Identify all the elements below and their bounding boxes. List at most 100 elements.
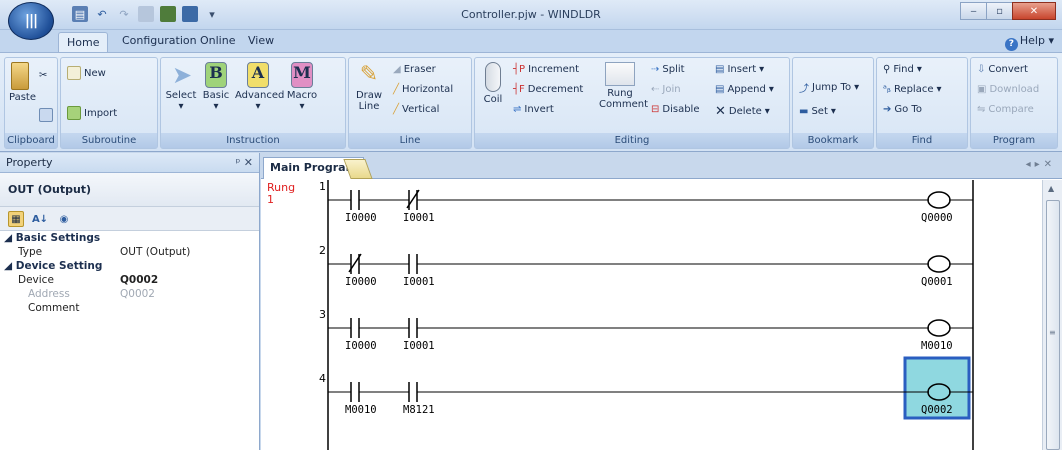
property-row-type[interactable]: Type OUT (Output) bbox=[0, 245, 259, 259]
invert-button[interactable]: ⇌ Invert bbox=[513, 104, 554, 115]
coil-label: Coil bbox=[483, 94, 503, 105]
append-label: Append bbox=[727, 84, 766, 95]
coil-button[interactable]: Coil bbox=[479, 62, 507, 105]
coil-operand-label: Q0002 bbox=[921, 404, 953, 416]
vertical-scrollbar[interactable]: ▲ ≡ bbox=[1042, 180, 1062, 450]
category-basic-settings[interactable]: ◢ Basic Settings bbox=[0, 231, 259, 245]
tab-online[interactable]: Online bbox=[200, 34, 235, 47]
paste-button[interactable]: Paste bbox=[9, 62, 36, 103]
convert-label: Convert bbox=[988, 64, 1028, 75]
category-label: Device Setting bbox=[15, 260, 103, 272]
new-subroutine-button[interactable]: New bbox=[67, 66, 106, 80]
new-icon bbox=[67, 66, 81, 80]
find-button[interactable]: ⚲ Find ▾ bbox=[883, 64, 922, 75]
convert-button[interactable]: ⇩ Convert bbox=[977, 64, 1028, 75]
macro-m-icon: M bbox=[291, 62, 313, 88]
copy-icon[interactable] bbox=[39, 108, 53, 122]
set-bookmark-icon: ▬ bbox=[799, 106, 809, 117]
alphabetical-icon[interactable]: A↓ bbox=[32, 211, 48, 227]
output-coil bbox=[927, 191, 951, 209]
download-button[interactable]: ▣ Download bbox=[977, 84, 1039, 95]
window-title: Controller.pjw - WINDLDR bbox=[461, 8, 601, 21]
clipboard-group-label: Clipboard bbox=[5, 133, 57, 148]
rung-number: 3 bbox=[319, 308, 326, 321]
horizontal-line-button[interactable]: ╱ Horizontal bbox=[393, 84, 453, 95]
increment-icon: ┤P bbox=[513, 64, 526, 75]
vertical-line-icon: ╱ bbox=[393, 104, 400, 115]
insert-button[interactable]: ▤ Insert ▾ bbox=[715, 64, 764, 75]
find-icon: ⚲ bbox=[883, 64, 891, 75]
operand-label: I0000 bbox=[345, 276, 377, 288]
advanced-instruction-button[interactable]: A Advanced ▾ bbox=[235, 62, 284, 112]
replace-icon: ᵃᵦ bbox=[883, 84, 891, 95]
increment-button[interactable]: ┤P Increment bbox=[513, 64, 579, 75]
append-button[interactable]: ▤ Append ▾ bbox=[715, 84, 774, 95]
pencil-icon: ✎ bbox=[359, 62, 379, 87]
category-device-setting[interactable]: ◢ Device Setting bbox=[0, 259, 259, 273]
tab-view[interactable]: View bbox=[248, 34, 274, 47]
group-bookmark: ⤴ Jump To ▾ ▬ Set ▾ Bookmark bbox=[792, 57, 874, 149]
title-bar: ||| ▤ ↶ ↷ ▾ Controller.pjw - WINDLDR ‒ ▫… bbox=[0, 0, 1062, 40]
maximize-button[interactable]: ▫ bbox=[986, 2, 1013, 20]
set-bookmark-button[interactable]: ▬ Set ▾ bbox=[799, 106, 836, 117]
minimize-button[interactable]: ‒ bbox=[960, 2, 987, 20]
tab-home[interactable]: Home bbox=[58, 32, 109, 52]
group-subroutine: New Import Subroutine bbox=[60, 57, 158, 149]
property-row-comment[interactable]: Comment bbox=[0, 301, 259, 315]
macro-instruction-button[interactable]: M Macro ▾ bbox=[285, 62, 319, 112]
ladder-canvas[interactable]: Rung 1 1 I0000 I0001 Q0000 2 I0000 I0001 Q0001 3 I… bbox=[261, 180, 1037, 450]
import-subroutine-button[interactable]: Import bbox=[67, 106, 117, 120]
help-button[interactable]: ? Help ▾ bbox=[1004, 34, 1054, 51]
rung-number: 2 bbox=[319, 244, 326, 257]
find-group-label: Find bbox=[877, 133, 967, 148]
operand-label: I0001 bbox=[403, 212, 435, 224]
application-menu-button[interactable]: ||| bbox=[8, 2, 54, 40]
replace-button[interactable]: ᵃᵦ Replace ▾ bbox=[883, 84, 942, 95]
group-line: ✎ Draw Line ◢ Eraser ╱ Horizontal ╱ Vertica… bbox=[348, 57, 472, 149]
property-row-device[interactable]: Device Q0002 bbox=[0, 273, 259, 287]
property-pages-icon[interactable]: ◉ bbox=[56, 211, 72, 227]
eraser-button[interactable]: ◢ Eraser bbox=[393, 64, 436, 75]
output-coil bbox=[927, 255, 951, 273]
jump-to-button[interactable]: ⤴ Jump To ▾ bbox=[799, 80, 859, 95]
tab-configuration[interactable]: Configuration bbox=[122, 34, 197, 47]
category-label: Basic Settings bbox=[15, 232, 101, 244]
join-icon: ⇠ bbox=[651, 84, 660, 95]
go-to-label: Go To bbox=[894, 104, 922, 115]
tab-nav-icons[interactable]: ◂▸✕ bbox=[1026, 159, 1056, 170]
property-toolbar: ▦ A↓ ◉ bbox=[0, 207, 259, 231]
rung-comment-button[interactable]: Rung Comment bbox=[597, 62, 648, 110]
invert-icon: ⇌ bbox=[513, 104, 522, 115]
disable-button[interactable]: ⊟ Disable bbox=[651, 104, 700, 115]
download-program-icon: ▣ bbox=[977, 84, 987, 95]
property-value: Q0002 bbox=[120, 274, 159, 286]
select-button[interactable]: ➤ Select ▾ bbox=[165, 62, 197, 112]
close-button[interactable]: ✕ bbox=[1012, 2, 1056, 20]
pin-close-icons[interactable]: ᵖ ✕ bbox=[236, 156, 253, 169]
property-key: Comment bbox=[28, 302, 80, 314]
decrement-label: Decrement bbox=[527, 84, 584, 95]
bookmark-group-label: Bookmark bbox=[793, 133, 873, 148]
compare-button[interactable]: ⇋ Compare bbox=[977, 104, 1034, 115]
eraser-icon: ◢ bbox=[393, 64, 401, 75]
import-icon bbox=[67, 106, 81, 120]
vertical-line-button[interactable]: ╱ Vertical bbox=[393, 104, 439, 115]
eraser-label: Eraser bbox=[403, 64, 436, 75]
compare-icon: ⇋ bbox=[977, 104, 986, 115]
go-to-button[interactable]: ➔ Go To bbox=[883, 104, 922, 115]
replace-label: Replace bbox=[893, 84, 934, 95]
disable-icon: ⊟ bbox=[651, 104, 660, 115]
cut-icon[interactable]: ✂ bbox=[39, 70, 47, 81]
coil-operand-label: M0010 bbox=[921, 340, 953, 352]
basic-instruction-button[interactable]: B Basic ▾ bbox=[201, 62, 231, 112]
draw-line-button[interactable]: ✎ Draw Line bbox=[353, 62, 385, 112]
scroll-up-icon[interactable]: ▲ bbox=[1048, 184, 1054, 193]
join-button[interactable]: ⇠ Join bbox=[651, 84, 681, 95]
categorized-icon[interactable]: ▦ bbox=[8, 211, 24, 227]
delete-button[interactable]: ✕ Delete ▾ bbox=[715, 104, 770, 119]
basic-b-icon: B bbox=[205, 62, 227, 88]
ribbon: Paste ✂ Clipboard New Import Subroutine … bbox=[0, 52, 1062, 152]
split-button[interactable]: ⇢ Split bbox=[651, 64, 685, 75]
decrement-button[interactable]: ┤F Decrement bbox=[513, 84, 583, 95]
scrollbar-thumb[interactable] bbox=[1046, 200, 1060, 450]
